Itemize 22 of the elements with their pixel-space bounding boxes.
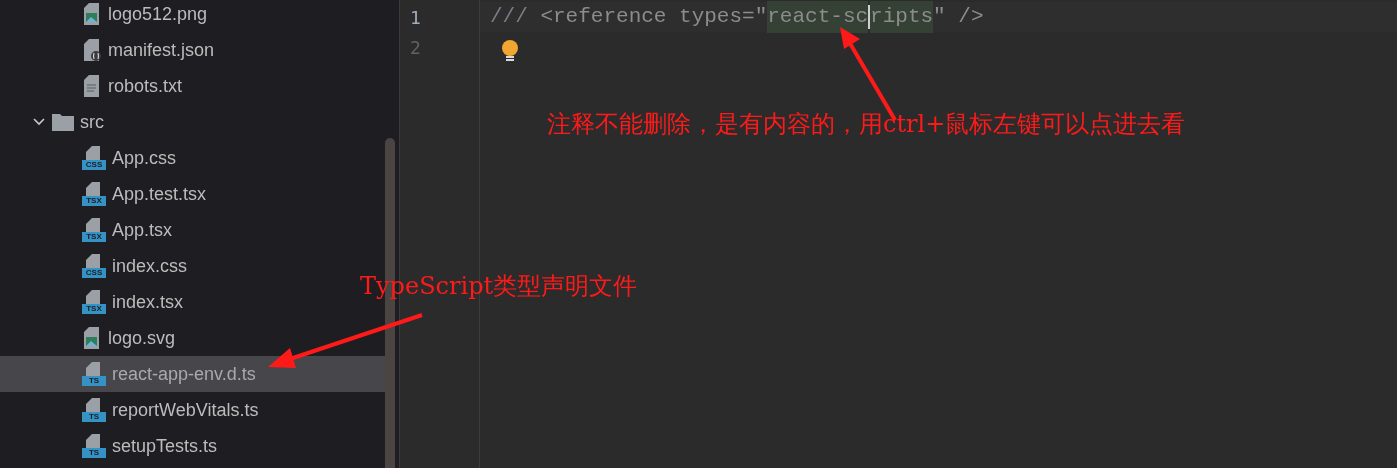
file-tree-item[interactable]: TSX App.tsx: [0, 212, 385, 248]
folder-icon: [52, 113, 74, 131]
text-file-icon: [82, 74, 102, 98]
file-tree-item[interactable]: TS setupTests.ts: [0, 428, 385, 464]
file-tree-item[interactable]: TS react-app-env.d.ts: [0, 356, 385, 392]
file-tree-item[interactable]: CSS App.css: [0, 140, 385, 176]
lightbulb-icon[interactable]: [500, 39, 520, 63]
file-tree-item[interactable]: TS reportWebVitals.ts: [0, 392, 385, 428]
file-tree-item[interactable]: src: [0, 104, 385, 140]
annotation-text: 注释不能删除，是有内容的，用ctrl+鼠标左键可以点进去看: [547, 109, 1186, 140]
file-tree-item[interactable]: TSX App.test.tsx: [0, 176, 385, 212]
annotation-text: TypeScript类型声明文件: [360, 271, 638, 302]
file-tree-item[interactable]: robots.txt: [0, 68, 385, 104]
image-file-icon: [82, 326, 102, 350]
code-line: /// <reference types="react-sc ripts" />: [490, 1, 984, 33]
file-tree-item[interactable]: logo.svg: [0, 320, 385, 356]
image-file-icon: [82, 2, 102, 26]
json-file-icon: [82, 38, 102, 62]
line-number: 2: [410, 35, 421, 60]
line-number: 1: [410, 5, 421, 30]
file-tree-item[interactable]: manifest.json: [0, 32, 385, 68]
file-tree-item[interactable]: logo512.png: [0, 0, 385, 32]
